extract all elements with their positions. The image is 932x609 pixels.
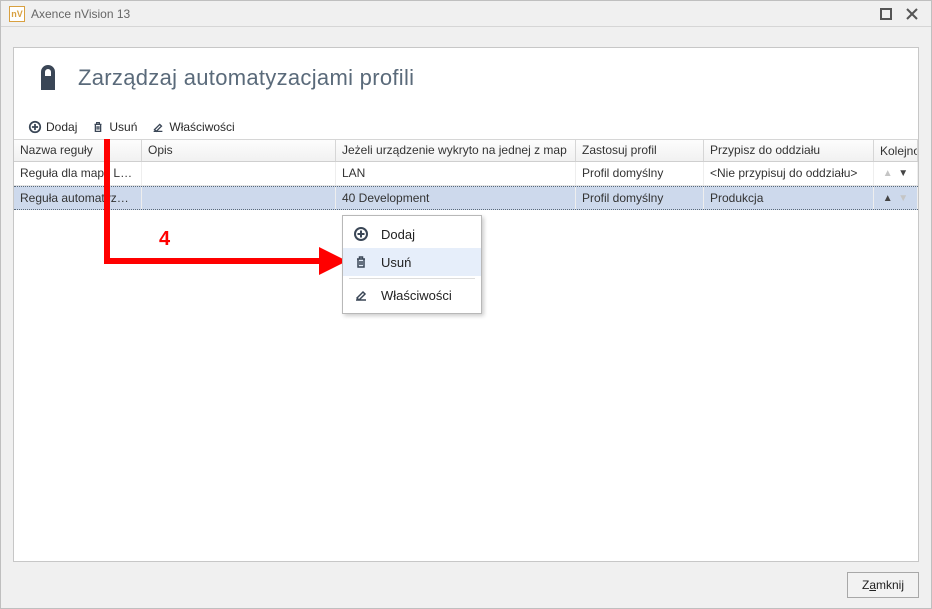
cell-dept: <Nie przypisuj do oddziału> (704, 162, 874, 185)
col-order[interactable]: Kolejność ▲ (874, 140, 918, 161)
context-properties[interactable]: Właściwości (343, 281, 481, 309)
cell-condition: LAN (336, 162, 576, 185)
context-add[interactable]: Dodaj (343, 220, 481, 248)
add-label: Dodaj (46, 120, 77, 134)
col-condition[interactable]: Jeżeli urządzenie wykryto na jednej z ma… (336, 140, 576, 161)
cell-profile: Profil domyślny (576, 187, 704, 209)
cell-condition: 40 Development (336, 187, 576, 209)
move-up-button[interactable]: ▲ (883, 168, 893, 179)
cell-desc (142, 162, 336, 185)
trash-icon (353, 254, 369, 270)
col-dept[interactable]: Przypisz do oddziału (704, 140, 874, 161)
close-hotkey: a (869, 578, 876, 592)
col-profile[interactable]: Zastosuj profil (576, 140, 704, 161)
app-icon: nV (9, 6, 25, 22)
titlebar: nV Axence nVision 13 (1, 1, 931, 27)
cell-dept: Produkcja (704, 187, 874, 209)
col-name[interactable]: Nazwa reguły (14, 140, 142, 161)
cell-order: ▲▼ (874, 162, 918, 185)
rules-grid: Nazwa reguły Opis Jeżeli urządzenie wykr… (14, 140, 918, 210)
context-delete[interactable]: Usuń (343, 248, 481, 276)
move-up-button[interactable]: ▲ (883, 193, 893, 204)
page-title: Zarządzaj automatyzacjami profili (78, 65, 414, 91)
context-menu: Dodaj Usuń Właściwości (342, 215, 482, 314)
window: nV Axence nVision 13 Zarządzaj automatyz… (0, 0, 932, 609)
close-post: mknij (876, 578, 904, 592)
context-add-label: Dodaj (381, 227, 415, 242)
col-desc[interactable]: Opis (142, 140, 336, 161)
trash-icon (91, 120, 105, 134)
footer: Zamknij (13, 570, 919, 600)
delete-label: Usuń (109, 120, 137, 134)
cell-profile: Profil domyślny (576, 162, 704, 185)
window-title: Axence nVision 13 (31, 7, 130, 21)
properties-button[interactable]: Właściwości (145, 118, 240, 136)
grid-header: Nazwa reguły Opis Jeżeli urządzenie wykr… (14, 140, 918, 162)
toolbar: Dodaj Usuń Właściwości (14, 114, 918, 140)
pencil-icon (353, 287, 369, 303)
close-button[interactable]: Zamknij (847, 572, 919, 598)
context-separator (349, 278, 475, 279)
pencil-icon (151, 120, 165, 134)
context-delete-label: Usuń (381, 255, 411, 270)
context-properties-label: Właściwości (381, 288, 452, 303)
page-header: Zarządzaj automatyzacjami profili (14, 48, 918, 114)
add-button[interactable]: Dodaj (22, 118, 83, 136)
close-pre: Z (862, 578, 869, 592)
close-icon (906, 8, 918, 20)
properties-label: Właściwości (169, 120, 234, 134)
cell-name: Reguła dla mapy LAN (14, 162, 142, 185)
table-row[interactable]: Reguła automatyzacji 1 40 DevelopmentProf… (14, 186, 918, 210)
table-row[interactable]: Reguła dla mapy LAN LANProfil domyślny<Ni… (14, 162, 918, 186)
plus-circle-icon (28, 120, 42, 134)
plus-circle-icon (353, 226, 369, 242)
col-order-label: Kolejność (880, 144, 918, 158)
move-down-button[interactable]: ▼ (898, 168, 908, 179)
move-down-button[interactable]: ▼ (898, 193, 908, 204)
cell-name: Reguła automatyzacji 1 (14, 187, 142, 209)
lock-icon (32, 62, 64, 94)
maximize-icon (880, 8, 892, 20)
cell-desc (142, 187, 336, 209)
maximize-button[interactable] (875, 3, 897, 25)
delete-button[interactable]: Usuń (85, 118, 143, 136)
cell-order: ▲▼ (874, 187, 918, 209)
close-window-button[interactable] (901, 3, 923, 25)
